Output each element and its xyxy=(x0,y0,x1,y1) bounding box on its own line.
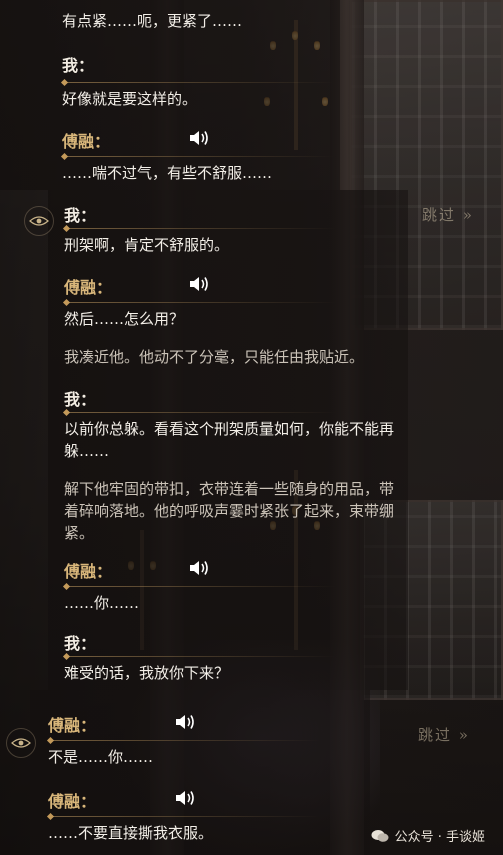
narration-line: 我凑近他。他动不了分毫，只能任由我贴近。 xyxy=(64,348,365,366)
dialogue-line: 不是……你…… xyxy=(48,748,154,766)
dialogue-line: ……喘不过气，有些不舒服…… xyxy=(62,164,273,182)
speaker-divider xyxy=(66,412,336,413)
eye-icon xyxy=(29,216,49,226)
chevron-right-icon: » xyxy=(456,206,474,224)
narration-line: 着碎响落地。他的呼吸声霎时紧张了起来，束带绷 xyxy=(64,502,395,520)
skip-button[interactable]: 跳过 » xyxy=(422,204,474,225)
speaker-name: 傅融： xyxy=(62,132,111,151)
dialogue-line: 然后……怎么用？ xyxy=(64,310,185,328)
skip-button[interactable]: 跳过 » xyxy=(418,724,470,745)
speaker-divider xyxy=(66,656,336,657)
dialogue-line: 躲…… xyxy=(64,442,110,460)
toggle-ui-button[interactable] xyxy=(6,728,36,758)
speaker-divider xyxy=(50,740,320,741)
speaker-divider xyxy=(66,302,336,303)
dialogue-line: ……你…… xyxy=(64,594,140,612)
skip-label: 跳过 xyxy=(422,206,457,224)
speaker-name: 傅融： xyxy=(64,562,113,581)
speaker-name: 傅融： xyxy=(48,716,97,735)
dialogue-line: 有点紧……呃，更紧了…… xyxy=(62,12,243,30)
chevron-right-icon: » xyxy=(452,726,470,744)
skip-label: 跳过 xyxy=(418,726,453,744)
wechat-icon xyxy=(371,829,389,842)
speaker-divider xyxy=(66,228,336,229)
dialogue-line: 刑架啊，肯定不舒服的。 xyxy=(64,236,230,254)
watermark-text: 公众号 · 手谈姬 xyxy=(394,830,485,845)
voice-play-icon[interactable] xyxy=(188,129,210,147)
speaker-divider xyxy=(66,586,336,587)
speaker-divider xyxy=(64,156,334,157)
eye-icon xyxy=(11,738,31,748)
toggle-ui-button[interactable] xyxy=(24,206,54,236)
speaker-name: 我： xyxy=(64,390,97,409)
narration-line: 紧。 xyxy=(64,524,95,542)
voice-play-icon[interactable] xyxy=(174,789,196,807)
dialogue-line: 好像就是要这样的。 xyxy=(62,90,198,108)
voice-play-icon[interactable] xyxy=(188,559,210,577)
narration-line: 解下他牢固的带扣，衣带连着一些随身的用品，带 xyxy=(64,480,395,498)
speaker-name: 我： xyxy=(64,634,97,653)
watermark: 公众号 · 手谈姬 xyxy=(371,826,485,845)
voice-play-icon[interactable] xyxy=(188,275,210,293)
dialogue-line: 以前你总躲。看看这个刑架质量如何，你能不能再 xyxy=(64,420,395,438)
speaker-name: 傅融： xyxy=(48,792,97,811)
speaker-divider xyxy=(64,82,334,83)
voice-play-icon[interactable] xyxy=(174,713,196,731)
dialogue-line: ……不要直接撕我衣服。 xyxy=(48,824,214,842)
speaker-name: 我： xyxy=(62,56,95,75)
speaker-name: 我： xyxy=(64,206,97,225)
speaker-name: 傅融： xyxy=(64,278,113,297)
speaker-divider xyxy=(50,816,320,817)
dialogue-line: 难受的话，我放你下来？ xyxy=(64,664,230,682)
